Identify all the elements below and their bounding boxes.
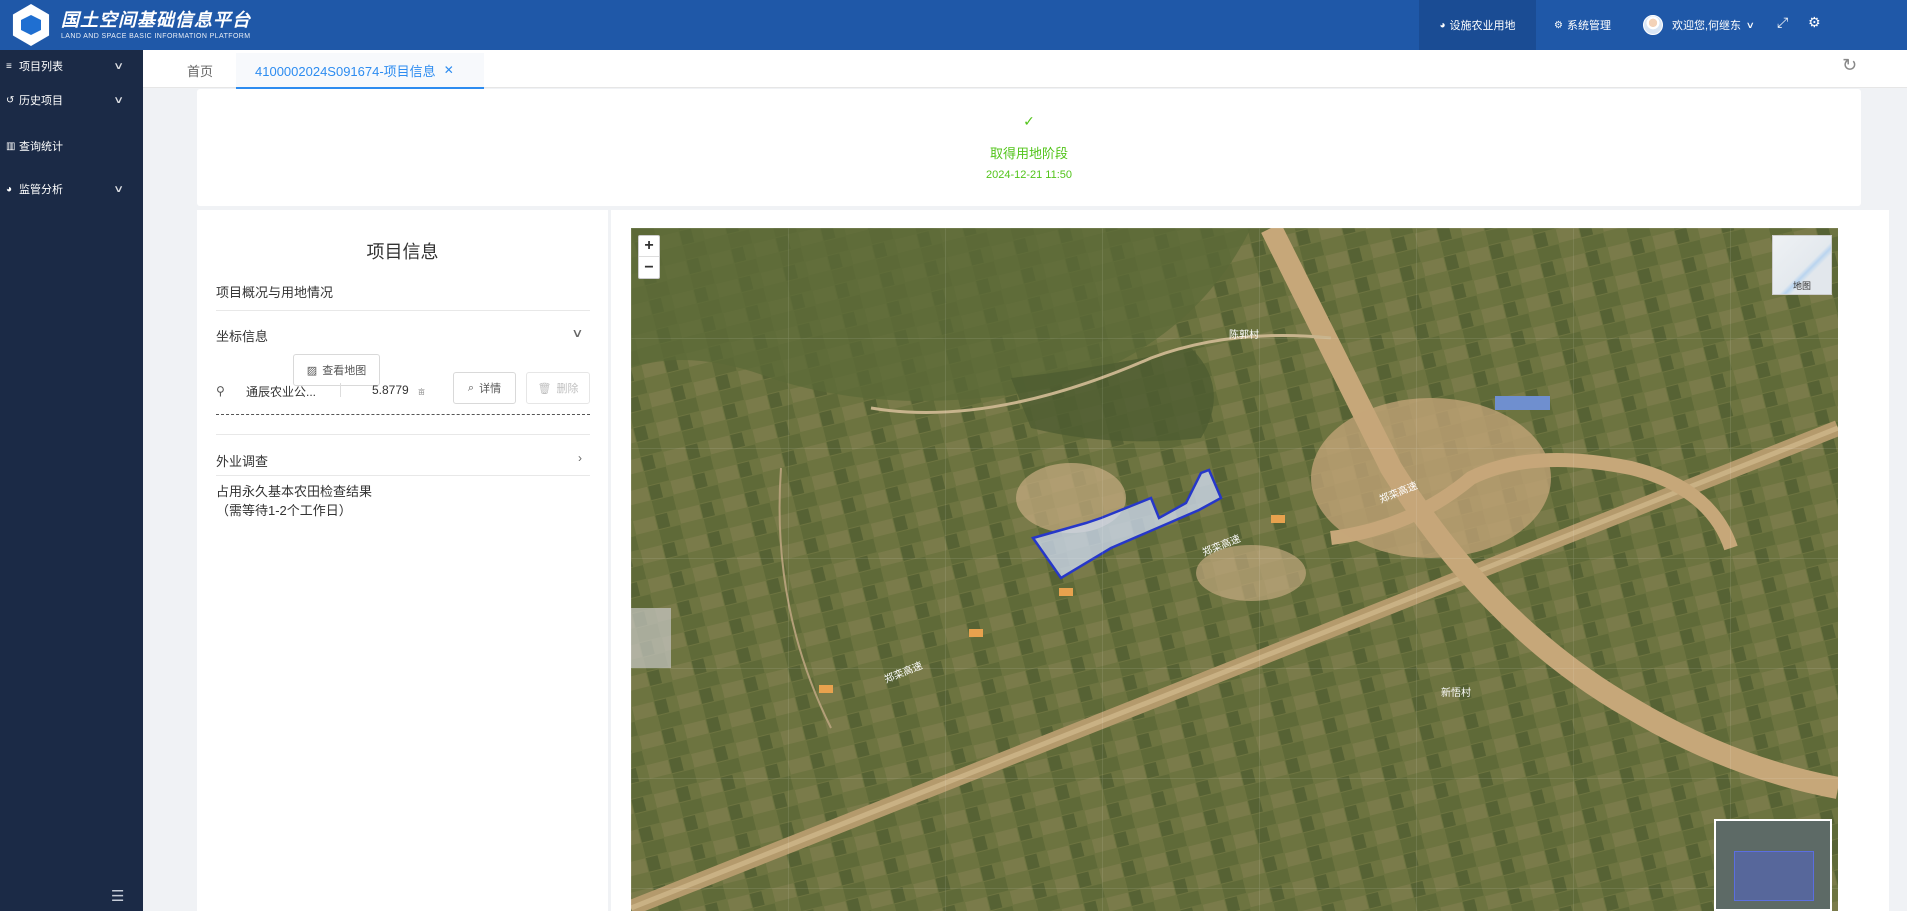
overview-minimap[interactable] (1714, 819, 1832, 911)
field-survey-row[interactable]: 外业调查 › (216, 451, 590, 470)
coord-section-label: 坐标信息 (216, 329, 269, 344)
satellite-imagery: 郑栾高速 郑栾高速 郑栾高速 陈郭村 新悟村 (631, 228, 1838, 911)
chevron-right-icon: › (578, 451, 582, 465)
map-panel: 郑栾高速 郑栾高速 郑栾高速 陈郭村 新悟村 + − 地图 (611, 210, 1889, 911)
list-icon: ≡ (6, 60, 12, 72)
chevron-down-icon: ∨ (571, 326, 584, 340)
sidebar-item-history[interactable]: ↺ 历史项目 ∨ (6, 92, 134, 108)
divider (216, 434, 590, 435)
field-survey-label: 外业调查 (216, 454, 269, 469)
tab-project-info-label: 4100002024S091674-项目信息 (255, 63, 436, 79)
settings-icon[interactable]: ⚙ (1808, 14, 1821, 31)
tab-project-info[interactable]: 4100002024S091674-项目信息 ✕ (236, 53, 484, 89)
detail-label: 详情 (479, 383, 502, 395)
sidebar-item-label: 查询统计 (19, 141, 63, 153)
delete-label: 删除 (556, 383, 579, 395)
logo: 国土空间基础信息平台 LAND AND SPACE BASIC INFORMAT… (10, 0, 251, 50)
overview-extent-rect[interactable] (1734, 851, 1814, 901)
basemap-switcher[interactable]: 地图 (1772, 235, 1832, 295)
gears-icon: ⚙ (1554, 19, 1563, 31)
user-menu[interactable]: 欢迎您,何继东 ∨ (1643, 0, 1755, 50)
close-icon[interactable]: ✕ (444, 63, 454, 77)
trash-icon: 🗑 (537, 382, 552, 395)
zoom-control: + − (638, 235, 660, 279)
delete-button[interactable]: 🗑 删除 (526, 372, 590, 404)
divider (340, 383, 341, 397)
chevron-down-icon: ∨ (112, 60, 124, 72)
menu-collapse-icon[interactable]: ☰ (111, 887, 124, 905)
overview-link[interactable]: 项目概况与用地情况 (216, 282, 590, 301)
chevron-down-icon: ∨ (1745, 19, 1755, 30)
pie-chart-icon: ◕ (6, 183, 13, 195)
main-area: 首页 4100002024S091674-项目信息 ✕ ↻ ✓ 取得用地阶段 2… (143, 50, 1907, 911)
platform-title: 国土空间基础信息平台 (61, 9, 251, 30)
sidebar-item-query-stats[interactable]: ▥ 查询统计 (6, 138, 134, 154)
search-icon: ⌕ (467, 381, 475, 394)
panel-title: 项目信息 (366, 242, 439, 262)
sidebar-item-label: 监管分析 (19, 184, 63, 196)
land-item-area: 5.8779 (372, 383, 409, 397)
status-time: 2024-12-21 11:50 (985, 169, 1073, 181)
coord-section-header[interactable]: 坐标信息 ∨ (216, 326, 590, 345)
basemap-label: 地图 (1792, 281, 1811, 291)
tab-home[interactable]: 首页 (187, 61, 213, 80)
sidebar-item-supervision[interactable]: ◕ 监管分析 ∨ (6, 181, 134, 197)
zoom-in-button[interactable]: + (639, 236, 659, 257)
check-icon: ✓ (1023, 113, 1035, 129)
status-card: ✓ 取得用地阶段 2024-12-21 11:50 (197, 89, 1861, 206)
nav-facility-land-label: 设施农业用地 (1449, 20, 1516, 32)
fullscreen-icon[interactable]: ⤢ (1777, 14, 1788, 31)
chevron-down-icon: ∨ (112, 94, 124, 106)
sidebar: ≡ 项目列表 ∨ ↺ 历史项目 ∨ ▥ 查询统计 ◕ 监管分析 ∨ ☰ (0, 50, 143, 911)
divider (216, 310, 590, 311)
status-title: 取得用地阶段 (989, 146, 1068, 161)
land-item-unit: 亩 (418, 389, 425, 396)
satellite-map[interactable]: 郑栾高速 郑栾高速 郑栾高速 陈郭村 新悟村 + − 地图 (631, 228, 1838, 911)
tabs-bar: 首页 4100002024S091674-项目信息 ✕ ↻ (143, 50, 1907, 89)
pie-chart-icon: ◕ (1439, 19, 1446, 31)
sidebar-item-label: 历史项目 (19, 95, 63, 107)
chevron-down-icon: ∨ (112, 183, 124, 195)
svg-text:陈郭村: 陈郭村 (1229, 328, 1259, 341)
land-item-name: 通辰农业公... (246, 385, 317, 399)
nav-facility-land[interactable]: ◕ 设施农业用地 (1419, 0, 1536, 50)
nav-system-management-label: 系统管理 (1566, 20, 1611, 32)
bar-chart-icon: ▥ (6, 140, 16, 152)
refresh-icon[interactable]: ↻ (1842, 55, 1857, 76)
farmland-check-line1: 占用永久基本农田检查结果 (216, 484, 373, 499)
user-greeting: 欢迎您,何继东 (1672, 20, 1742, 32)
location-pin-icon: ⚲ (216, 384, 225, 398)
sidebar-item-project-list[interactable]: ≡ 项目列表 ∨ (6, 58, 134, 74)
nav-system-management[interactable]: ⚙ 系统管理 (1554, 0, 1611, 50)
zoom-out-button[interactable]: − (639, 257, 659, 278)
logo-hexagon-icon (12, 4, 50, 46)
detail-button[interactable]: ⌕ 详情 (453, 372, 516, 404)
divider (216, 475, 590, 476)
svg-text:新悟村: 新悟村 (1441, 686, 1471, 699)
farmland-check-result: 占用永久基本农田检查结果 （需等待1-2个工作日） (216, 482, 590, 520)
land-item-row: ⚲ 通辰农业公... 5.8779 亩 ⌕ 详情 🗑 删除 (216, 370, 590, 415)
history-icon: ↺ (6, 94, 15, 106)
farmland-check-line2: （需等待1-2个工作日） (216, 503, 352, 518)
platform-subtitle: LAND AND SPACE BASIC INFORMATION PLATFOR… (61, 32, 251, 40)
project-info-panel: 项目信息 项目概况与用地情况 坐标信息 ∨ ▨ 查看地图 ⚲ 通辰农业公... … (197, 210, 608, 911)
top-bar: 国土空间基础信息平台 LAND AND SPACE BASIC INFORMAT… (0, 0, 1907, 50)
sidebar-item-label: 项目列表 (19, 61, 63, 73)
avatar (1643, 15, 1663, 35)
